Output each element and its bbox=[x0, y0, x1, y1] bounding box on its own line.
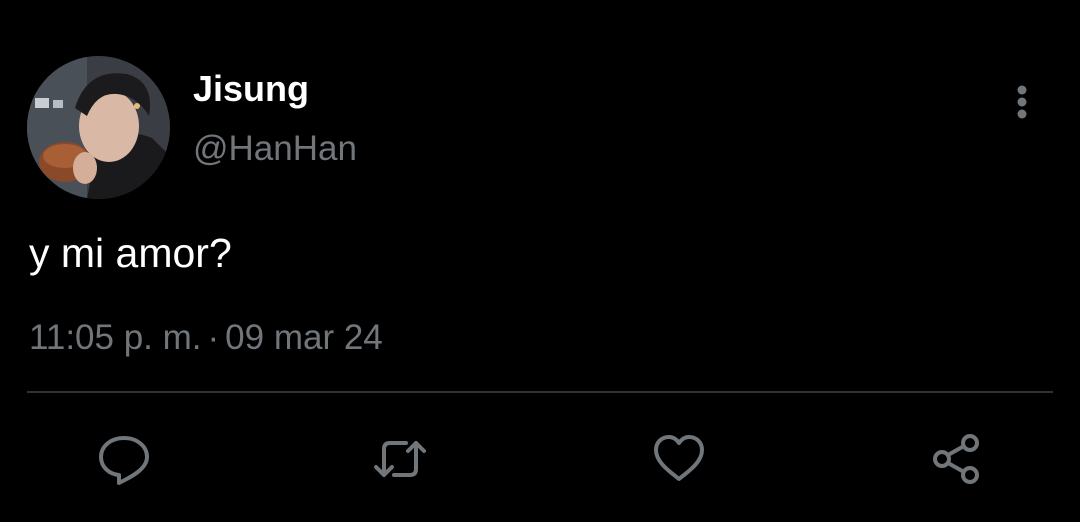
reply-icon bbox=[99, 436, 149, 485]
tweet-timestamp[interactable]: 11:05 p. m. · 09 mar 24 bbox=[29, 316, 383, 360]
tweet-text: y mi amor? bbox=[29, 230, 232, 276]
reply-button[interactable] bbox=[96, 431, 152, 487]
meta-separator: · bbox=[207, 318, 220, 357]
tweet-time: 11:05 p. m. bbox=[29, 318, 202, 357]
profile-photo-icon bbox=[27, 56, 170, 199]
tweet-date: 09 mar 24 bbox=[225, 318, 383, 357]
avatar[interactable] bbox=[27, 56, 170, 199]
share-button[interactable] bbox=[929, 431, 985, 487]
tweet-card: Jisung @HanHan y mi amor? 11:05 p. m. · 09… bbox=[0, 0, 1080, 522]
divider bbox=[27, 391, 1053, 393]
retweet-icon bbox=[374, 441, 426, 477]
share-icon bbox=[933, 434, 979, 484]
more-options-button[interactable] bbox=[1002, 82, 1042, 122]
user-handle[interactable]: @HanHan bbox=[193, 128, 357, 170]
like-button[interactable] bbox=[651, 431, 707, 487]
retweet-button[interactable] bbox=[372, 431, 428, 487]
more-vertical-icon bbox=[1017, 85, 1027, 119]
display-name[interactable]: Jisung bbox=[193, 68, 309, 110]
heart-icon bbox=[654, 435, 704, 481]
